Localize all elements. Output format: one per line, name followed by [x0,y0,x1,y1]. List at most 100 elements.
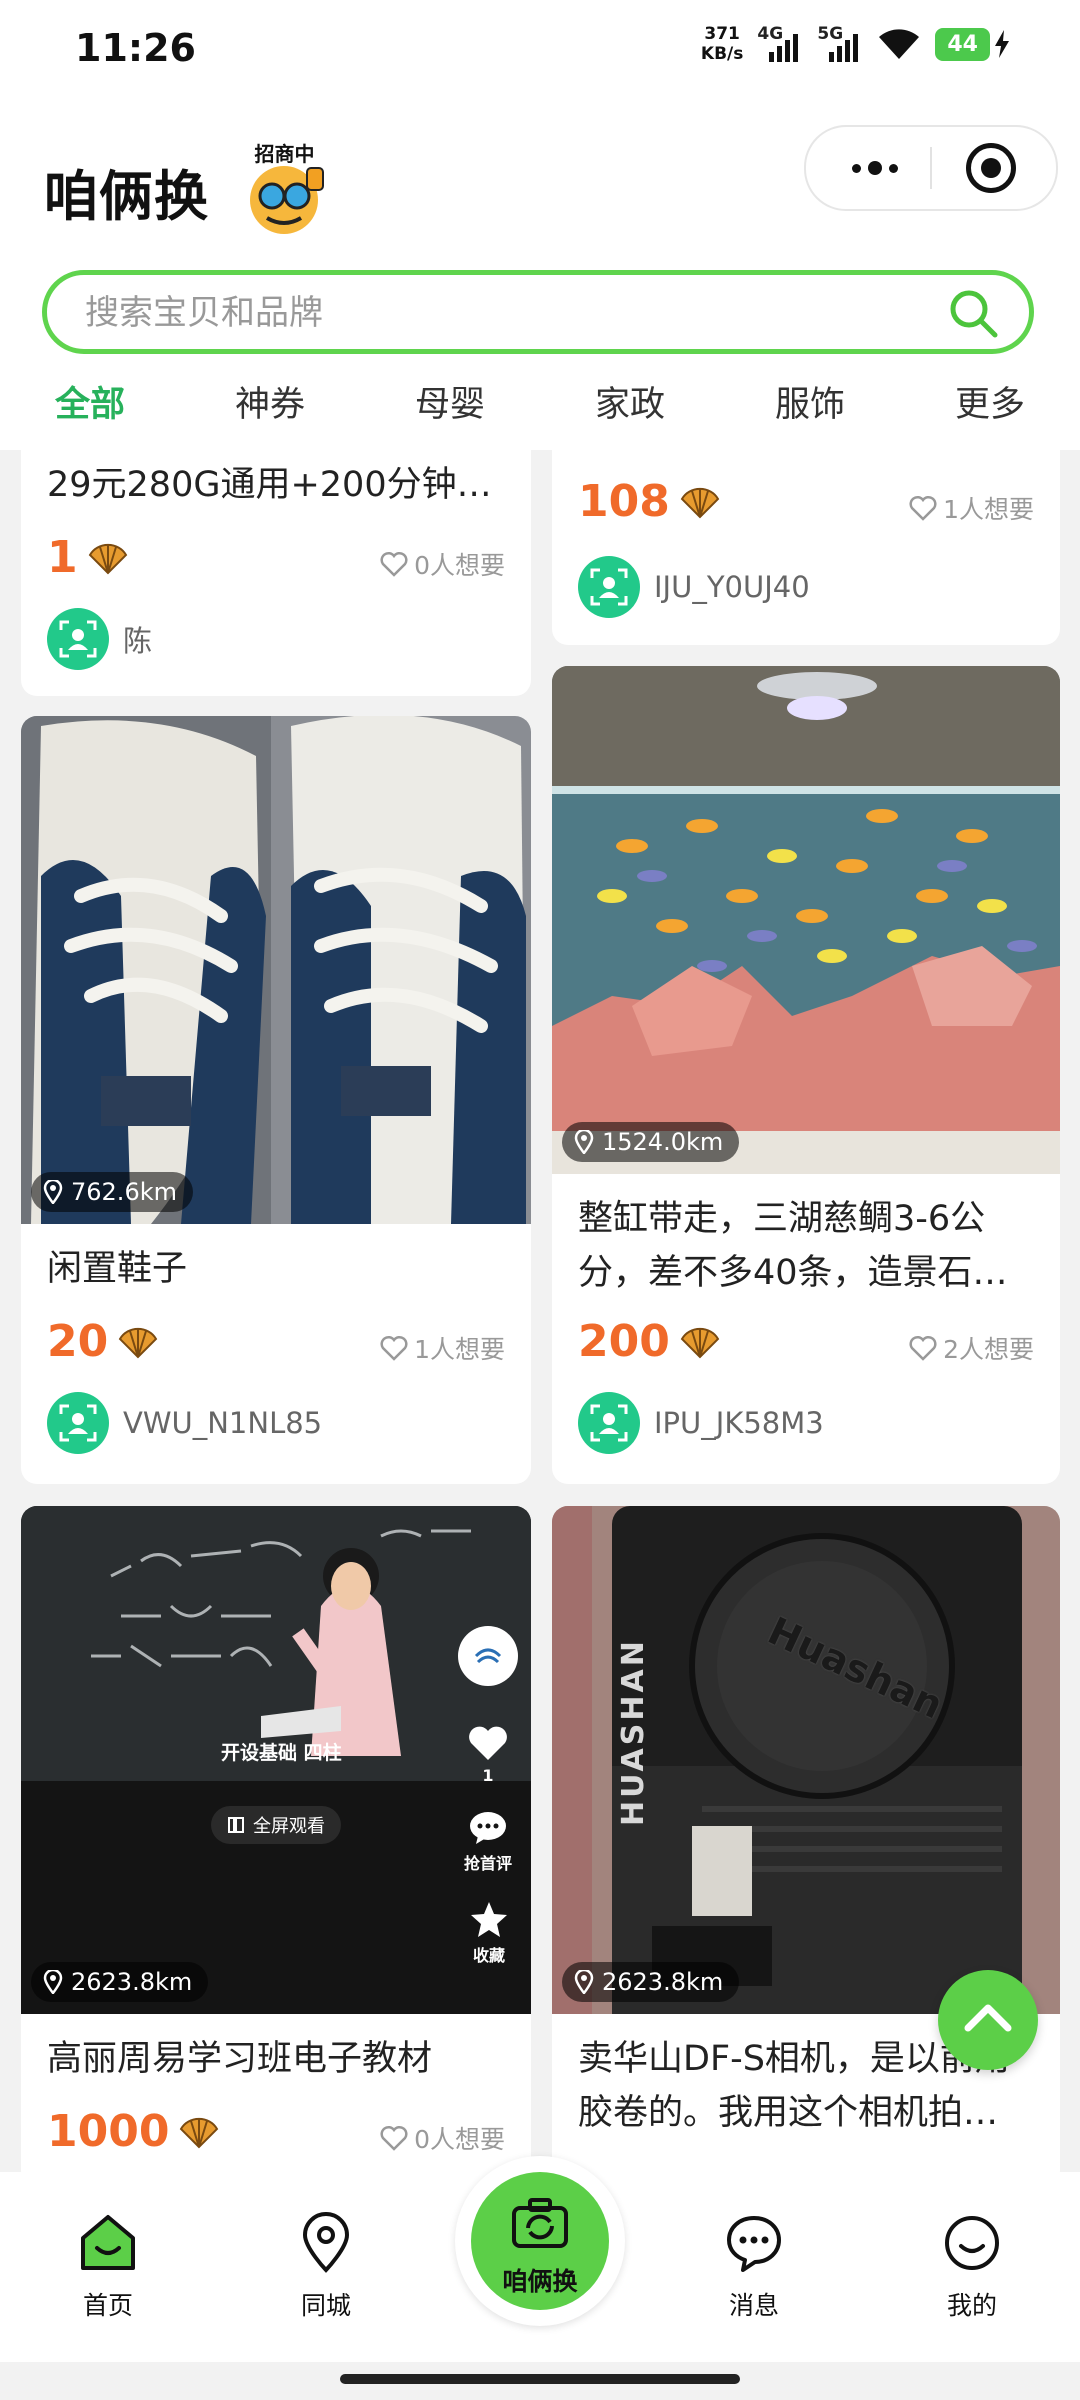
status-indicators: 371 KB/s 4G 5G 44 [701,24,1010,64]
seller-info[interactable]: VWU_N1NL85 [47,1392,322,1454]
product-feed: 29元280G通用+200分钟… 1 0人想要 陈 108 1人想要 IJU_Y… [0,450,1080,2172]
comment-icon [470,1812,506,1844]
heart-icon [380,551,408,577]
want-count[interactable]: 1人想要 [380,1330,505,1366]
distance-value: 1524.0km [602,1128,724,1156]
tab-all[interactable]: 全部 [0,365,180,450]
location-pin-icon [43,1970,63,1994]
recruit-badge[interactable]: 招商中 [232,138,337,238]
distance-badge: 1524.0km [562,1122,740,1162]
target-icon [981,158,1001,178]
price-value: 1 [47,532,78,583]
product-price: 1000 [47,2106,219,2157]
app-title: 咱俩换 [44,165,209,228]
want-count[interactable]: 1人想要 [909,490,1034,526]
location-icon [302,2212,350,2273]
status-time: 11:26 [75,26,196,70]
shell-coin-icon [88,543,127,574]
mascot-icon [250,166,324,234]
signal-5g-icon: 5G [817,24,863,64]
product-card[interactable]: 29元280G通用+200分钟… 1 0人想要 陈 [21,450,531,696]
close-miniprogram-button[interactable] [966,143,1016,193]
heart-icon [380,1335,408,1361]
product-image[interactable]: 762.6km [21,716,531,1224]
product-card[interactable]: HUASHAN Huashan 2623.8km 卖华山DF-S相机，是以前用胶… [552,1506,1060,2172]
dot-icon [868,161,882,175]
tab-mother-baby[interactable]: 母婴 [360,365,540,450]
product-title: 高丽周易学习班电子教材 [47,2039,433,2079]
search-box[interactable] [42,270,1034,354]
camera-brand-text: HUASHAN [616,1638,651,1826]
seller-info[interactable]: 陈 [47,608,152,670]
product-image[interactable]: HUASHAN Huashan 2623.8km [552,1506,1060,2014]
product-card[interactable]: 开设基础 四柱 全屏观看 1 抢首评 收藏 2623.8km 高丽周易学习班电子… [21,1506,531,2172]
product-price: 108 [578,476,720,527]
fullscreen-icon [228,1817,244,1833]
nav-home-label: 首页 [82,2291,133,2320]
tab-housekeeping[interactable]: 家政 [540,365,720,450]
heart-icon [909,1335,937,1361]
want-count[interactable]: 0人想要 [380,2120,505,2156]
avatar [47,1392,109,1454]
price-value: 1000 [47,2106,170,2157]
video-favorite-button[interactable]: 收藏 [461,1900,517,1966]
fullscreen-label: 全屏观看 [253,1816,325,1837]
search-input[interactable] [83,285,947,341]
want-label: 0人想要 [414,551,505,580]
chevron-up-icon [964,2004,1012,2032]
nav-exchange-label: 咱俩换 [502,2267,578,2296]
net-speed-value: 371 [704,24,740,44]
product-video[interactable]: 开设基础 四柱 全屏观看 1 抢首评 收藏 2623.8km [21,1506,531,2014]
nav-exchange[interactable]: 咱俩换 [455,2156,625,2326]
battery-icon: 44 [935,27,1010,61]
more-options-button[interactable] [830,127,920,209]
net-speed-unit: KB/s [700,44,744,64]
message-icon [727,2216,781,2272]
comment-label: 抢首评 [463,1854,512,1873]
want-count[interactable]: 2人想要 [909,1330,1034,1366]
nav-profile[interactable]: 我的 [902,2212,1042,2322]
want-label: 1人想要 [943,495,1034,524]
location-pin-icon [574,1970,594,1994]
distance-badge: 2623.8km [31,1962,209,2002]
mini-program-capsule [804,125,1058,211]
seller-info[interactable]: IPU_JK58M3 [578,1392,824,1454]
distance-badge: 2623.8km [562,1962,740,2002]
distance-badge: 762.6km [31,1172,193,1212]
tab-coupons[interactable]: 神券 [180,365,360,450]
fullscreen-button[interactable]: 全屏观看 [211,1806,341,1844]
want-count[interactable]: 0人想要 [380,546,505,582]
tab-more[interactable]: 更多 [900,365,1080,450]
dot-icon [852,163,861,173]
video-like-button[interactable]: 1 [465,1724,511,1785]
want-label: 2人想要 [943,1335,1034,1364]
shell-coin-icon [680,487,720,518]
nav-nearby[interactable]: 同城 [256,2212,396,2322]
video-caption: 开设基础 四柱 [221,1742,342,1764]
shell-coin-icon [180,2117,219,2148]
nav-nearby-label: 同城 [300,2291,351,2320]
scroll-to-top-button[interactable] [938,1970,1038,2070]
video-comment-button[interactable]: 抢首评 [455,1810,521,1874]
product-image[interactable]: 1524.0km [552,666,1060,1174]
app-header: 咱俩换 招商中 [0,100,1080,260]
seller-info[interactable]: IJU_Y0UJ40 [578,556,810,618]
charging-icon [995,30,1009,58]
product-card[interactable]: 762.6km 闲置鞋子 20 1人想要 VWU_N1NL85 [21,716,531,1484]
product-title: 29元280G通用+200分钟… [47,465,492,505]
product-card[interactable]: 1524.0km 整缸带走，三湖慈鲷3-6公分，差不多40条，造景石… 200 … [552,666,1060,1484]
tab-clothing[interactable]: 服饰 [720,365,900,450]
channel-avatar[interactable] [458,1626,518,1686]
search-icon[interactable] [947,287,999,339]
product-card[interactable]: 108 1人想要 IJU_Y0UJ40 [552,450,1060,645]
aquarium-photo [552,666,1060,1174]
home-indicator[interactable] [340,2374,740,2384]
distance-value: 2623.8km [602,1968,724,1996]
exchange-button[interactable]: 咱俩换 [471,2172,609,2310]
nav-home[interactable]: 首页 [38,2212,178,2322]
capsule-divider [930,147,932,189]
battery-level: 44 [935,27,990,61]
shell-coin-icon [680,1327,720,1358]
nav-messages[interactable]: 消息 [684,2212,824,2322]
shell-coin-icon [119,1327,158,1358]
